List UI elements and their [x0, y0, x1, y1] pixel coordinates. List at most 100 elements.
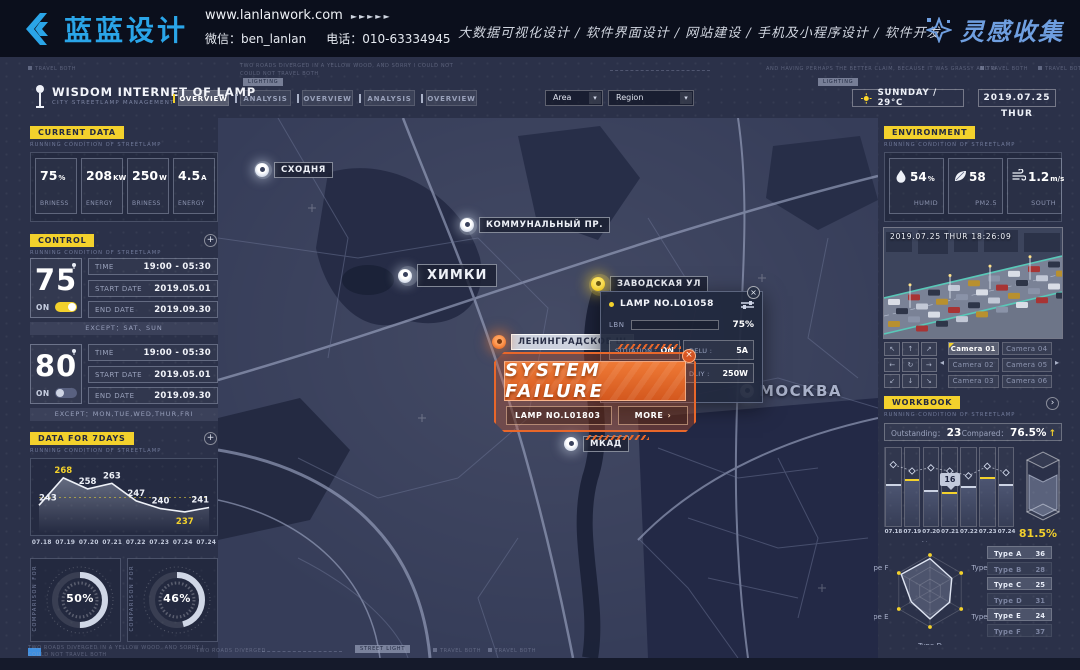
type-row-type-e[interactable]: Type E 24: [987, 608, 1052, 621]
type-row-type-b[interactable]: Type B28: [987, 562, 1052, 575]
wind-icon: [1012, 169, 1026, 183]
type-value: 24: [1036, 612, 1045, 620]
camera-button-2[interactable]: Camera 02: [948, 358, 999, 371]
comparison-gauge-1: COMPARISON FOR 50%: [30, 558, 121, 642]
control-row-label: END DATE: [95, 392, 135, 400]
arrow-right-icon: ›: [667, 411, 671, 420]
dpad-8[interactable]: ↘: [921, 374, 937, 388]
camera-next-icon[interactable]: ▸: [1055, 358, 1059, 367]
type-value: 37: [1036, 628, 1045, 636]
dpad-2[interactable]: ↗: [921, 342, 937, 356]
control-row-end-date[interactable]: END DATE2019.09.30: [88, 387, 218, 404]
type-label: Type C: [994, 581, 1022, 589]
comparison-gauge-2: COMPARISON FOR 46%: [127, 558, 218, 642]
type-value: 25: [1036, 581, 1045, 589]
map-label-text: КОММУНАЛЬНЫЙ ПР.: [479, 217, 610, 233]
camera-prev-icon[interactable]: ◂: [940, 358, 944, 367]
camera-button-1[interactable]: Camera 01: [948, 342, 999, 355]
tank-gauge: [1022, 447, 1064, 527]
arrows-decoration: ►►►►►: [351, 12, 392, 21]
tab-analysis-3[interactable]: ANALYSIS: [364, 90, 415, 106]
brand-banner: 蓝蓝设计 www.lanlanwork.com ►►►►► 微信：ben_lanl…: [0, 0, 1080, 57]
close-icon[interactable]: ×: [747, 286, 760, 299]
star-icon: [926, 17, 952, 43]
camera-timestamp: 2019.07.25 THUR 18:26:09: [890, 232, 1012, 241]
gauge-value: 50%: [43, 592, 117, 605]
lbn-row: LBN 75%: [609, 320, 754, 330]
map-label-kommunalny[interactable]: КОММУНАЛЬНЫЙ ПР.: [460, 217, 610, 233]
dpad-1[interactable]: ↑: [902, 342, 918, 356]
type-row-type-a[interactable]: Type A36: [987, 546, 1052, 559]
camera-button-3[interactable]: Camera 03: [948, 375, 999, 388]
dpad-3[interactable]: ←: [884, 358, 900, 372]
camera-button-5[interactable]: Camera 05: [1002, 358, 1053, 371]
control-group-2: 80ONTIME19:00 - 05:30START DATE2019.05.0…: [30, 344, 218, 422]
chevron-down-icon[interactable]: ▾: [589, 92, 601, 104]
dpad-4[interactable]: ↻: [902, 358, 918, 372]
type-row-type-d[interactable]: Type D31: [987, 593, 1052, 606]
week-x-label: 07.18: [30, 540, 54, 546]
stat-value: 4.5A: [178, 168, 207, 183]
more-button[interactable]: MORE›: [618, 406, 688, 425]
lamp-pin-icon: [460, 218, 474, 232]
workbook-x-label: 07.20: [922, 529, 941, 535]
tab-analysis-1[interactable]: ANALYSIS: [240, 90, 291, 106]
type-value: 31: [1036, 597, 1045, 605]
tab-overview-0[interactable]: OVERVIEW: [178, 90, 229, 106]
stat-briness-0: 75% BRINESS: [35, 158, 77, 214]
add-schedule-button[interactable]: +: [204, 234, 217, 247]
except-bar: EXCEPT：MON,TUE,WED,THUR,FRI: [30, 408, 218, 421]
map-label-khimki[interactable]: ХИМКИ: [398, 264, 497, 287]
type-row-type-f[interactable]: Type F37: [987, 624, 1052, 637]
env-unit: m/s: [1050, 175, 1064, 183]
svg-text:241: 241: [191, 495, 209, 505]
region-select[interactable]: Region ▾: [608, 90, 694, 106]
stat-briness-2: 250WBRINESS: [127, 158, 169, 214]
tab-overview-2[interactable]: OVERVIEW: [302, 90, 353, 106]
dpad-7[interactable]: ↓: [902, 374, 918, 388]
control-row-end-date[interactable]: END DATE2019.09.30: [88, 301, 218, 318]
website-url[interactable]: www.lanlanwork.com: [205, 8, 343, 23]
svg-text:Type E: Type E: [874, 613, 889, 621]
env-south: 1.2m/sSOUTH: [1007, 158, 1062, 214]
lamp-toggle[interactable]: [55, 388, 77, 398]
type-label: Type E: [994, 612, 1021, 620]
tab-bar: OVERVIEW ANALYSIS OVERVIEW ANALYSIS OVERVIEW: [178, 90, 477, 106]
lamp-toggle[interactable]: [55, 302, 77, 312]
camera-button-6[interactable]: Camera 06: [1002, 375, 1053, 388]
week-x-label: 07.20: [77, 540, 101, 546]
map-label-zavodskaya[interactable]: ЗАВОДСКАЯ УЛ: [591, 276, 708, 292]
control-row-start-date[interactable]: START DATE2019.05.01: [88, 366, 218, 383]
expand-week-chart-button[interactable]: +: [204, 432, 217, 445]
control-row-label: TIME: [95, 263, 114, 271]
contact-line: 微信：ben_lanlan电话：010-63334945: [205, 30, 451, 47]
type-row-type-c[interactable]: Type C 25: [987, 577, 1052, 590]
svg-text:240: 240: [152, 497, 170, 507]
control-row-start-date[interactable]: START DATE2019.05.01: [88, 280, 218, 297]
workbook-next-button[interactable]: ›: [1046, 397, 1059, 410]
map-label-skhodnya[interactable]: СХОДНЯ: [255, 162, 333, 178]
alert-close-icon[interactable]: ×: [682, 349, 696, 363]
lbn-progress-bar: [631, 320, 719, 330]
control-tag: CONTROL: [30, 234, 94, 247]
brand-name: 蓝蓝设计: [64, 9, 188, 49]
lamp-state-label: ON: [36, 303, 50, 312]
stat-caption: BRINESS: [40, 200, 69, 207]
stat-energy-3: 4.5AENERGY: [173, 158, 215, 214]
dpad-6[interactable]: ↙: [884, 374, 900, 388]
streetlamp-icon: [32, 84, 48, 110]
area-select[interactable]: Area ▾: [545, 90, 603, 106]
tab-overview-4[interactable]: OVERVIEW: [426, 90, 477, 106]
env-caption: HUMID: [914, 199, 938, 207]
week-x-label: 07.24: [171, 540, 195, 546]
chevron-down-icon[interactable]: ▾: [680, 92, 692, 104]
control-row-time[interactable]: TIME19:00 - 05:30: [88, 344, 218, 361]
popup-title-row: LAMP NO.L01058: [609, 299, 754, 311]
camera-button-4[interactable]: Camera 04: [1002, 342, 1053, 355]
control-row-time[interactable]: TIME19:00 - 05:30: [88, 258, 218, 275]
stat-value: 75%: [40, 168, 65, 183]
sliders-icon[interactable]: [741, 300, 754, 310]
control-row-label: START DATE: [95, 371, 142, 379]
dpad-0[interactable]: ↖: [884, 342, 900, 356]
dpad-5[interactable]: →: [921, 358, 937, 372]
